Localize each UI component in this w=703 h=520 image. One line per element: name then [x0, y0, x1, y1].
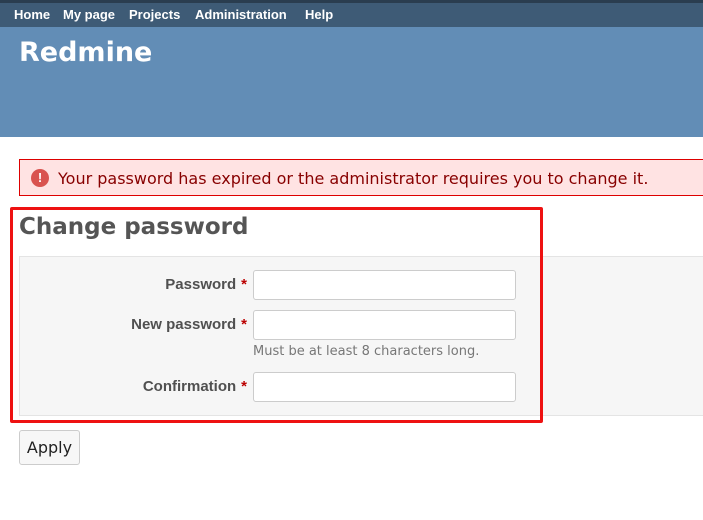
- flash-message-text: Your password has expired or the adminis…: [58, 169, 649, 188]
- app-title: Redmine: [19, 37, 153, 68]
- top-menu-help-link[interactable]: Help: [305, 7, 333, 22]
- apply-button[interactable]: Apply: [19, 430, 80, 465]
- error-flash-message: ! Your password has expired or the admin…: [19, 159, 703, 196]
- highlight-box: [10, 207, 543, 423]
- top-menu: Home My page Projects Administration Hel…: [0, 0, 703, 27]
- top-menu-home-link[interactable]: Home: [14, 7, 50, 22]
- header: Redmine: [0, 27, 703, 137]
- error-icon: !: [31, 169, 49, 187]
- top-menu-projects-link[interactable]: Projects: [129, 7, 180, 22]
- top-menu-my-page-link[interactable]: My page: [63, 7, 115, 22]
- top-menu-administration-link[interactable]: Administration: [195, 7, 287, 22]
